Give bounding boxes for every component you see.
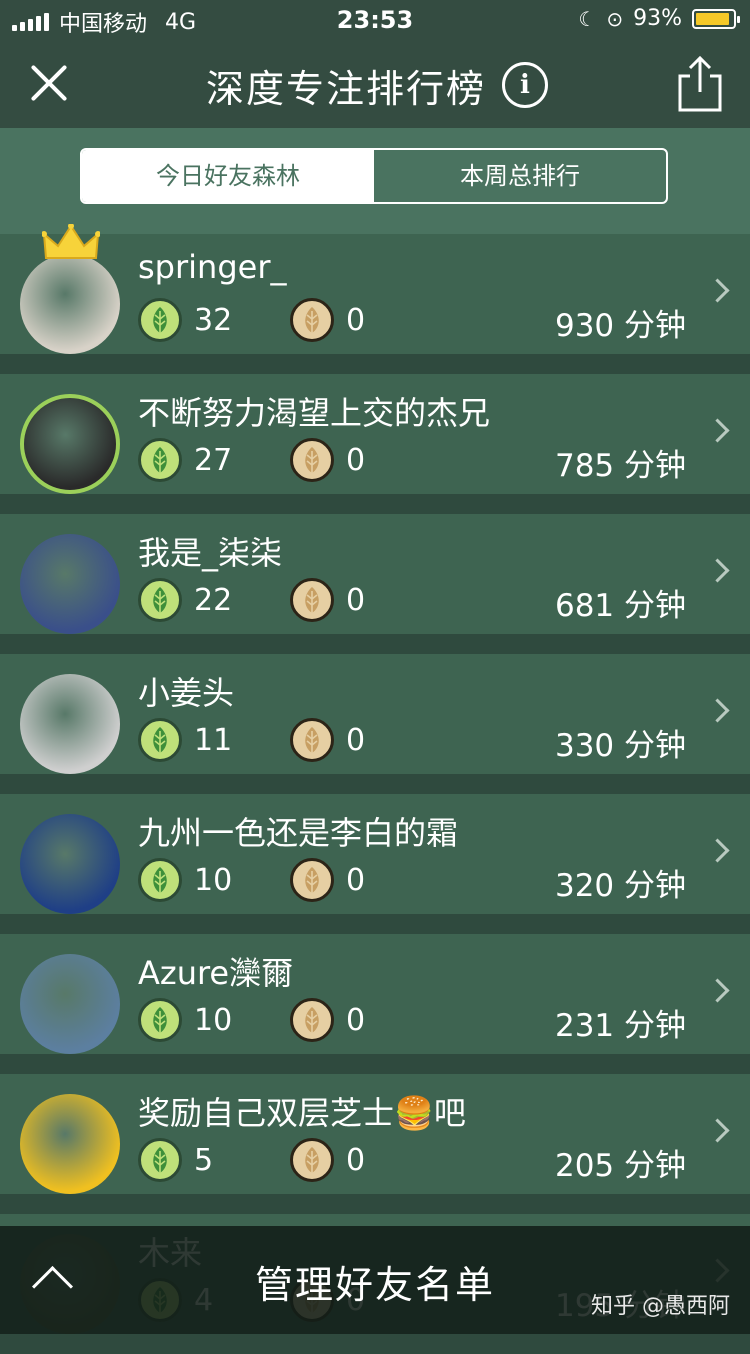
crown-icon: [42, 224, 100, 259]
tab-today-forest[interactable]: 今日好友森林: [82, 150, 374, 202]
live-trees-stat: 27: [138, 436, 232, 484]
live-trees-stat: 10: [138, 996, 232, 1044]
dead-trees-stat: 0: [290, 996, 365, 1044]
share-icon[interactable]: [674, 54, 726, 114]
live-tree-count: 32: [194, 302, 233, 338]
ranking-row[interactable]: Azure灤爾 10 0 231 分钟: [0, 934, 750, 1054]
chevron-right-icon[interactable]: [705, 978, 730, 1003]
live-trees-stat: 22: [138, 576, 232, 624]
avatar[interactable]: [20, 1094, 120, 1194]
friend-name: 九州一色还是李白的霜: [138, 814, 459, 852]
live-tree-count: 11: [194, 722, 233, 758]
info-icon[interactable]: i: [502, 62, 548, 108]
dead-tree-count: 0: [346, 582, 366, 618]
dead-tree-count: 0: [346, 1002, 366, 1038]
rotation-lock-icon: ⊙: [606, 6, 624, 31]
live-tree-count: 27: [194, 442, 233, 478]
avatar[interactable]: [20, 674, 120, 774]
friend-name: 小姜头: [138, 674, 235, 712]
live-tree-count: 5: [194, 1142, 214, 1178]
segmented-tabs: 今日好友森林 本周总排行: [80, 148, 668, 204]
chevron-right-icon[interactable]: [705, 278, 730, 303]
live-tree-icon: [138, 858, 182, 902]
ranking-row[interactable]: springer_ 32 0 930 分钟: [0, 224, 750, 354]
friend-name: 我是_柒柒: [138, 534, 283, 572]
dead-tree-icon: [290, 1138, 334, 1182]
friend-name: 不断努力渴望上交的杰兄: [138, 394, 491, 432]
live-trees-stat: 11: [138, 716, 232, 764]
dead-trees-stat: 0: [290, 576, 365, 624]
focus-minutes: 930 分钟: [554, 308, 686, 344]
ranking-row[interactable]: 奖励自己双层芝士🍔吧 5 0 205 分钟: [0, 1074, 750, 1194]
live-trees-stat: 32: [138, 296, 232, 344]
live-tree-icon: [138, 298, 182, 342]
dead-tree-count: 0: [346, 722, 366, 758]
friend-name: Azure灤爾: [138, 954, 294, 992]
focus-minutes: 681 分钟: [554, 588, 686, 624]
watermark: 知乎 @愚西阿: [591, 1294, 730, 1319]
live-tree-icon: [138, 1138, 182, 1182]
battery-icon: [692, 8, 740, 29]
dead-trees-stat: 0: [290, 436, 365, 484]
friend-name: springer_: [138, 248, 287, 286]
dead-trees-stat: 0: [290, 716, 365, 764]
avatar[interactable]: [20, 814, 120, 914]
status-bar: 中国移动 4G 23:53 ☾ ⊙ 93%: [0, 0, 750, 40]
avatar[interactable]: [20, 394, 120, 494]
live-trees-stat: 10: [138, 856, 232, 904]
status-right: ☾ ⊙ 93%: [578, 6, 740, 31]
avatar[interactable]: [20, 954, 120, 1054]
close-icon[interactable]: [28, 62, 70, 104]
live-tree-count: 10: [194, 862, 233, 898]
focus-minutes: 330 分钟: [554, 728, 686, 764]
friend-name: 奖励自己双层芝士🍔吧: [138, 1094, 466, 1132]
live-tree-icon: [138, 998, 182, 1042]
ranking-row[interactable]: 小姜头 11 0 330 分钟: [0, 654, 750, 774]
live-tree-icon: [138, 718, 182, 762]
dead-tree-count: 0: [346, 442, 366, 478]
dead-tree-icon: [290, 718, 334, 762]
avatar[interactable]: [20, 254, 120, 354]
live-tree-count: 22: [194, 582, 233, 618]
dead-tree-count: 0: [346, 1142, 366, 1178]
page-title: 深度专注排行榜: [206, 67, 487, 111]
tab-bar-area: 今日好友森林 本周总排行: [0, 128, 750, 234]
live-tree-count: 10: [194, 1002, 233, 1038]
ranking-row[interactable]: 不断努力渴望上交的杰兄 27 0 785 分钟: [0, 374, 750, 494]
focus-minutes: 320 分钟: [554, 868, 686, 904]
live-tree-icon: [138, 438, 182, 482]
chevron-right-icon[interactable]: [705, 1118, 730, 1143]
dead-trees-stat: 0: [290, 1136, 365, 1184]
focus-minutes: 785 分钟: [554, 448, 686, 484]
dead-tree-icon: [290, 998, 334, 1042]
chevron-right-icon[interactable]: [705, 838, 730, 863]
chevron-right-icon[interactable]: [705, 698, 730, 723]
chevron-right-icon[interactable]: [705, 418, 730, 443]
dead-trees-stat: 0: [290, 856, 365, 904]
tab-weekly-ranking[interactable]: 本周总排行: [374, 150, 666, 202]
chevron-right-icon[interactable]: [705, 558, 730, 583]
ranking-row[interactable]: 我是_柒柒 22 0 681 分钟: [0, 514, 750, 634]
dead-tree-count: 0: [346, 302, 366, 338]
focus-minutes: 205 分钟: [554, 1148, 686, 1184]
dead-tree-icon: [290, 438, 334, 482]
focus-minutes: 231 分钟: [554, 1008, 686, 1044]
manage-friends-bar[interactable]: 管理好友名单 知乎 @愚西阿: [0, 1226, 750, 1334]
ranking-row[interactable]: 九州一色还是李白的霜 10 0 320 分钟: [0, 794, 750, 914]
dead-trees-stat: 0: [290, 296, 365, 344]
dead-tree-icon: [290, 858, 334, 902]
dead-tree-icon: [290, 298, 334, 342]
battery-percent: 93%: [633, 6, 682, 31]
avatar[interactable]: [20, 534, 120, 634]
ranking-list: springer_ 32 0 930 分钟 不断努力渴望上交的杰兄 27 0 7…: [0, 224, 750, 1354]
live-tree-icon: [138, 578, 182, 622]
dead-tree-icon: [290, 578, 334, 622]
live-trees-stat: 5: [138, 1136, 213, 1184]
dead-tree-count: 0: [346, 862, 366, 898]
nav-header: 深度专注排行榜 i: [0, 40, 750, 128]
moon-icon: ☾: [578, 6, 597, 31]
